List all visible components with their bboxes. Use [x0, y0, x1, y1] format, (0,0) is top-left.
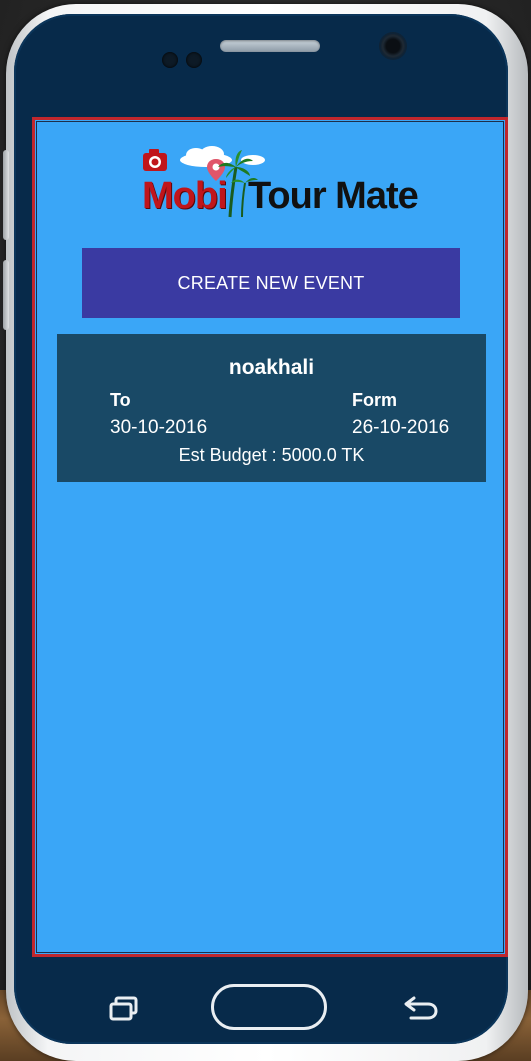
event-name: noakhali	[228, 356, 315, 379]
volume-key	[3, 260, 9, 330]
event-card[interactable]: noakhali To 30-10-2016 Form 26-10-2016 E…	[57, 334, 486, 482]
app-logo: Mobi Tour Mate	[138, 145, 419, 225]
create-new-event-button[interactable]: CREATE NEW EVENT	[82, 248, 460, 318]
front-camera	[381, 34, 405, 58]
estimated-budget: Est Budget : 5000.0 TK	[178, 445, 365, 465]
from-label: Form	[352, 390, 397, 410]
earpiece-speaker	[220, 40, 320, 52]
volume-key	[3, 150, 9, 240]
proximity-sensor	[162, 52, 178, 68]
to-label: To	[110, 390, 131, 410]
camera-icon	[143, 149, 167, 171]
logo-text-tour-mate: Tour Mate	[248, 175, 419, 217]
app-screen	[32, 117, 508, 957]
logo-text-mobi: Mobi	[142, 175, 228, 217]
home-button[interactable]	[211, 984, 327, 1030]
to-date: 30-10-2016	[110, 417, 208, 438]
light-sensor	[186, 52, 202, 68]
recent-apps-icon[interactable]	[107, 996, 141, 1022]
back-arrow-icon[interactable]	[402, 994, 442, 1022]
navigation-bar	[14, 960, 508, 1040]
from-date: 26-10-2016	[352, 417, 450, 438]
